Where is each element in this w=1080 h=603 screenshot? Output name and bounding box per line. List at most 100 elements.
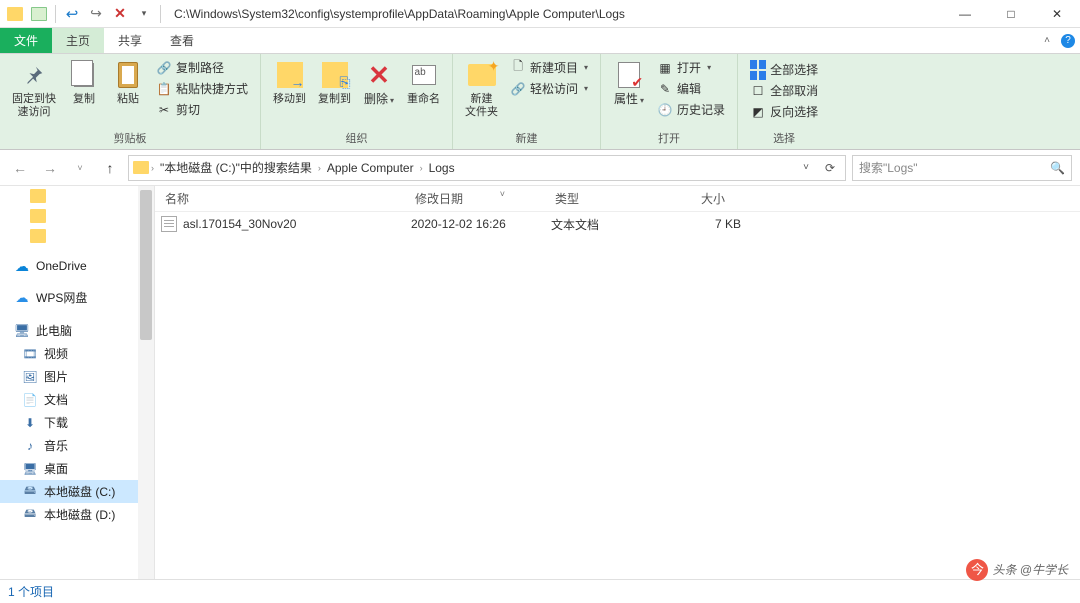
group-label: 剪贴板 xyxy=(6,129,254,149)
search-placeholder: 搜索"Logs" xyxy=(859,159,1050,176)
download-icon: ⬇ xyxy=(22,416,38,430)
file-type: 文本文档 xyxy=(551,216,661,233)
move-to-button[interactable]: 移动到 xyxy=(267,56,312,106)
move-icon xyxy=(277,62,303,88)
delete-icon: ✕ xyxy=(363,59,395,91)
label: 编辑 xyxy=(677,80,701,97)
chevron-down-icon: ▾ xyxy=(707,63,711,72)
breadcrumb[interactable]: Logs xyxy=(425,161,459,175)
collapse-ribbon-icon[interactable]: ˄ xyxy=(1038,28,1056,53)
cut-icon: ✂ xyxy=(156,102,172,118)
status-bar: 1 个项目 xyxy=(0,579,1080,603)
label: 历史记录 xyxy=(677,101,725,118)
sidebar-music[interactable]: ♪音乐 xyxy=(0,434,154,457)
label: 新建 文件夹 xyxy=(465,93,498,119)
sidebar-onedrive[interactable]: ☁OneDrive xyxy=(0,256,154,276)
sidebar-pictures[interactable]: 🖼图片 xyxy=(0,365,154,388)
recent-dropdown[interactable]: ˅ xyxy=(68,156,92,180)
sidebar-videos[interactable]: 🎞 视频 xyxy=(0,342,154,365)
folder-icon xyxy=(7,7,23,21)
delete-icon[interactable]: ✕ xyxy=(109,3,131,25)
new-folder-button[interactable]: 新建 文件夹 xyxy=(459,56,504,119)
file-name: asl.170154_30Nov20 xyxy=(183,217,411,231)
copy-button[interactable]: 复制 xyxy=(62,56,106,106)
maximize-button[interactable]: □ xyxy=(988,0,1034,28)
chevron-down-icon: ▾ xyxy=(584,84,588,93)
sidebar-downloads[interactable]: ⬇下载 xyxy=(0,411,154,434)
open-button[interactable]: ▦打开▾ xyxy=(655,58,727,77)
tab-share[interactable]: 共享 xyxy=(104,28,156,53)
nav-pane: ☁OneDrive ☁WPS网盘 🖥 此电脑 🎞 视频 🖼图片 📄文档 ⬇下载 ♪音… xyxy=(0,186,155,579)
undo-icon[interactable]: ↩ xyxy=(61,3,83,25)
new-item-button[interactable]: 🗋新建项目▾ xyxy=(508,58,590,77)
properties-icon xyxy=(618,62,640,88)
sidebar-wps[interactable]: ☁WPS网盘 xyxy=(0,286,154,309)
forward-button[interactable]: → xyxy=(38,156,62,180)
video-icon: 🎞 xyxy=(22,347,38,361)
back-button[interactable]: ← xyxy=(8,156,32,180)
window-controls: — □ ✕ xyxy=(942,0,1080,28)
label: 新建项目 xyxy=(530,59,578,76)
folder-icon xyxy=(31,7,47,21)
label: 全部选择 xyxy=(770,61,818,78)
easy-access-button[interactable]: 🔗轻松访问▾ xyxy=(508,79,590,98)
sidebar-documents[interactable]: 📄文档 xyxy=(0,388,154,411)
sidebar-desktop[interactable]: 🖥桌面 xyxy=(0,457,154,480)
label: 剪切 xyxy=(176,101,200,118)
list-item[interactable]: asl.170154_30Nov20 2020-12-02 16:26 文本文档… xyxy=(155,212,1080,236)
label: 此电脑 xyxy=(36,322,72,339)
search-icon: 🔍 xyxy=(1050,161,1065,175)
copy-path-button[interactable]: 🔗复制路径 xyxy=(154,58,250,77)
sidebar-quick-item[interactable] xyxy=(0,226,154,246)
refresh-button[interactable]: ⟳ xyxy=(819,157,841,179)
sidebar-quick-item[interactable] xyxy=(0,186,154,206)
breadcrumb[interactable]: "本地磁盘 (C:)"中的搜索结果 xyxy=(156,159,316,176)
tab-home[interactable]: 主页 xyxy=(52,28,104,53)
label: 删除 xyxy=(364,92,388,106)
sidebar-scrollbar[interactable] xyxy=(138,186,154,579)
cut-button[interactable]: ✂剪切 xyxy=(154,100,250,119)
address-bar[interactable]: › "本地磁盘 (C:)"中的搜索结果 › Apple Computer › L… xyxy=(128,155,846,181)
help-button[interactable]: ? xyxy=(1056,28,1080,53)
history-button[interactable]: 🕘历史记录 xyxy=(655,100,727,119)
tab-file[interactable]: 文件 xyxy=(0,28,52,53)
minimize-button[interactable]: — xyxy=(942,0,988,28)
properties-button[interactable]: 属性▾ xyxy=(607,56,651,107)
paste-shortcut-button[interactable]: 📋粘贴快捷方式 xyxy=(154,79,250,98)
sidebar-thispc[interactable]: 🖥 此电脑 xyxy=(0,319,154,342)
item-count: 1 个项目 xyxy=(8,583,54,600)
watermark-text: 头条 @牛学长 xyxy=(992,563,1068,577)
sidebar-disk-c[interactable]: 🖴本地磁盘 (C:) xyxy=(0,480,154,503)
ribbon-group-open: 属性▾ ▦打开▾ ✎编辑 🕘历史记录 打开 xyxy=(601,54,738,149)
paste-button[interactable]: 粘贴 xyxy=(106,56,150,106)
delete-button[interactable]: ✕删除▾ xyxy=(357,56,401,107)
up-button[interactable]: ↑ xyxy=(98,156,122,180)
select-all-button[interactable]: 全部选择 xyxy=(748,60,820,79)
pin-quick-access-button[interactable]: 固定到快 速访问 xyxy=(6,56,62,119)
scrollbar-thumb[interactable] xyxy=(140,190,152,340)
close-button[interactable]: ✕ xyxy=(1034,0,1080,28)
label: 修改日期 xyxy=(415,192,463,206)
col-date[interactable]: 修改日期˅ xyxy=(405,190,545,207)
col-type[interactable]: 类型 xyxy=(545,190,655,207)
select-none-button[interactable]: ☐全部取消 xyxy=(748,81,820,100)
col-name[interactable]: 名称 xyxy=(155,190,405,207)
sidebar-quick-item[interactable] xyxy=(0,206,154,226)
breadcrumb[interactable]: Apple Computer xyxy=(323,161,418,175)
redo-icon[interactable]: ↪ xyxy=(85,3,107,25)
label: 视频 xyxy=(44,345,68,362)
col-size[interactable]: 大小 xyxy=(655,190,735,207)
invert-selection-button[interactable]: ◩反向选择 xyxy=(748,102,820,121)
pc-icon: 🖥 xyxy=(14,324,30,338)
copy-icon xyxy=(74,63,94,87)
search-box[interactable]: 搜索"Logs" 🔍 xyxy=(852,155,1072,181)
rename-button[interactable]: 重命名 xyxy=(401,56,446,106)
copy-to-button[interactable]: 复制到 xyxy=(312,56,357,106)
address-dropdown-icon[interactable]: ˅ xyxy=(795,157,817,179)
label: 图片 xyxy=(44,368,68,385)
qat-dropdown-icon[interactable]: ▾ xyxy=(133,3,155,25)
copy-to-icon xyxy=(322,62,348,88)
sidebar-disk-d[interactable]: 🖴本地磁盘 (D:) xyxy=(0,503,154,526)
edit-button[interactable]: ✎编辑 xyxy=(655,79,727,98)
tab-view[interactable]: 查看 xyxy=(156,28,208,53)
